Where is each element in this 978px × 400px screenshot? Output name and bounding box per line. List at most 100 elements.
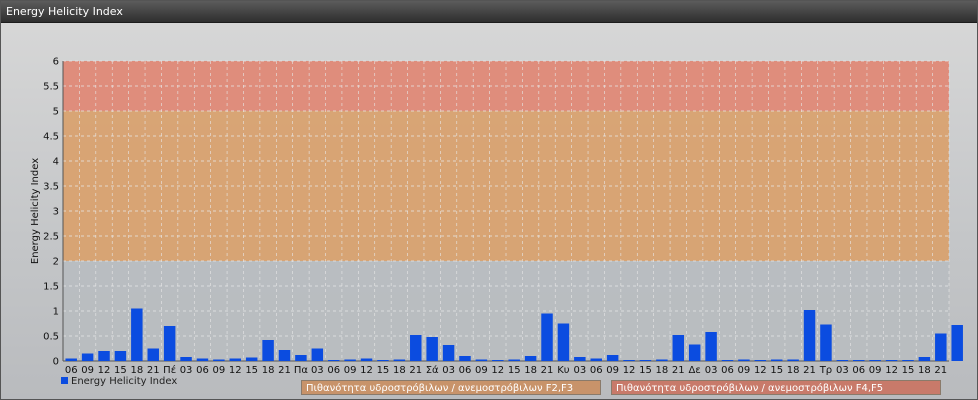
bar bbox=[147, 348, 159, 361]
y-tick-label: 5.5 bbox=[43, 82, 59, 93]
bar bbox=[492, 360, 504, 361]
bar bbox=[278, 350, 291, 361]
legend-series-label: Energy Helicity Index bbox=[71, 376, 178, 387]
x-tick-label: 21 bbox=[803, 365, 816, 375]
x-tick-label: 12 bbox=[98, 365, 111, 375]
x-tick-label: 18 bbox=[130, 365, 143, 375]
y-tick-label: 4 bbox=[53, 157, 59, 168]
bar bbox=[623, 360, 635, 361]
x-tick-label: 06 bbox=[721, 365, 734, 375]
y-tick-label: 3 bbox=[53, 207, 59, 218]
x-tick-label: 21 bbox=[541, 365, 554, 375]
bar bbox=[524, 356, 537, 361]
bar bbox=[163, 326, 176, 361]
bar bbox=[65, 358, 77, 361]
x-tick-label: 06 bbox=[590, 365, 603, 375]
legend-band-f4-f5: Πιθανότητα υδροστρόβιλων / ανεμοστρόβιλω… bbox=[611, 380, 941, 395]
bar bbox=[885, 360, 898, 361]
x-tick-label: 18 bbox=[656, 365, 669, 375]
bar bbox=[754, 360, 767, 361]
bar bbox=[393, 359, 406, 361]
x-tick-labels: 06 09 12 15 18 21 Πέ 03 06 09 12 15 18 21 Πα 03 06 09 12 15… bbox=[65, 364, 947, 375]
x-tick-label: 21 bbox=[147, 365, 160, 375]
x-tick-label: 18 bbox=[262, 365, 275, 375]
bar bbox=[360, 358, 373, 361]
bar bbox=[656, 359, 668, 361]
bar bbox=[377, 360, 389, 361]
y-tick-label: 1 bbox=[53, 307, 59, 318]
x-tick-label: 18 bbox=[787, 365, 800, 375]
bar bbox=[81, 353, 94, 361]
x-tick-label: 03 bbox=[573, 365, 586, 375]
x-tick-label: 03 bbox=[180, 365, 193, 375]
x-tick-label: 15 bbox=[377, 365, 390, 375]
bar bbox=[606, 355, 619, 361]
x-tick-label: 06 bbox=[65, 365, 78, 375]
x-tick-label: 12 bbox=[229, 365, 242, 375]
bar bbox=[541, 313, 553, 361]
x-tick-label: 21 bbox=[278, 365, 291, 375]
x-tick-label: 06 bbox=[852, 365, 865, 375]
x-tick-label: 12 bbox=[491, 365, 504, 375]
x-tick-label: 03 bbox=[705, 365, 718, 375]
bar bbox=[475, 359, 488, 361]
bar bbox=[98, 351, 110, 361]
bar bbox=[853, 360, 865, 361]
bar bbox=[672, 335, 685, 361]
bar bbox=[574, 357, 586, 361]
bar bbox=[705, 332, 717, 361]
bar bbox=[311, 348, 324, 361]
bar bbox=[410, 335, 422, 361]
bar bbox=[951, 325, 963, 361]
y-tick-labels: 0 0.5 1 1.5 2 2.5 3 3.5 4 4.5 5 5.5 6 bbox=[43, 57, 59, 368]
bar bbox=[721, 360, 734, 361]
x-tick-label: 21 bbox=[934, 365, 947, 375]
y-tick-label: 3.5 bbox=[43, 182, 59, 193]
legend-swatch bbox=[61, 377, 68, 384]
x-tick-label: 09 bbox=[738, 365, 751, 375]
x-tick-label: 03 bbox=[836, 365, 849, 375]
bar bbox=[836, 360, 849, 361]
x-tick-label: 15 bbox=[770, 365, 783, 375]
x-tick-label: 18 bbox=[918, 365, 931, 375]
bar bbox=[442, 345, 455, 361]
bar bbox=[245, 357, 258, 361]
legend: Energy Helicity Index bbox=[61, 376, 177, 387]
bar bbox=[770, 359, 783, 361]
bar bbox=[803, 310, 816, 361]
y-tick-label: 4.5 bbox=[43, 132, 59, 143]
bar bbox=[935, 333, 947, 361]
bar bbox=[918, 357, 931, 361]
x-tick-label: 12 bbox=[623, 365, 636, 375]
x-tick-label: Τρ bbox=[819, 365, 832, 375]
y-tick-label: 0 bbox=[53, 357, 59, 368]
bar bbox=[902, 360, 914, 361]
bar bbox=[426, 337, 438, 361]
title-bar: Energy Helicity Index bbox=[1, 1, 977, 23]
bar bbox=[869, 360, 881, 361]
y-tick-label: 1.5 bbox=[43, 282, 59, 293]
bar bbox=[295, 355, 307, 361]
x-tick-label: 06 bbox=[196, 365, 209, 375]
x-tick-label: 15 bbox=[245, 365, 258, 375]
x-tick-label: 06 bbox=[459, 365, 472, 375]
x-tick-label: 12 bbox=[754, 365, 767, 375]
bar bbox=[180, 357, 192, 361]
bar bbox=[131, 308, 143, 361]
ehi-bar-chart: 00.511.522.533.544.555.56 06 09 12 15 18 21 Πέ… bbox=[30, 57, 963, 375]
x-tick-label: 15 bbox=[902, 365, 915, 375]
y-tick-label: 5 bbox=[53, 107, 59, 118]
x-tick-label: 15 bbox=[508, 365, 521, 375]
x-tick-label: 09 bbox=[869, 365, 882, 375]
bar bbox=[344, 359, 356, 361]
y-tick-label: 6 bbox=[53, 57, 59, 68]
x-tick-label: 09 bbox=[81, 365, 94, 375]
bar bbox=[688, 344, 701, 361]
x-tick-label: Σά bbox=[426, 364, 439, 375]
y-tick-label: 2.5 bbox=[43, 232, 59, 243]
x-tick-label: 12 bbox=[885, 365, 898, 375]
x-tick-label: 21 bbox=[672, 365, 685, 375]
x-tick-label: 09 bbox=[213, 365, 226, 375]
bar bbox=[114, 351, 127, 361]
x-tick-label: 18 bbox=[524, 365, 537, 375]
